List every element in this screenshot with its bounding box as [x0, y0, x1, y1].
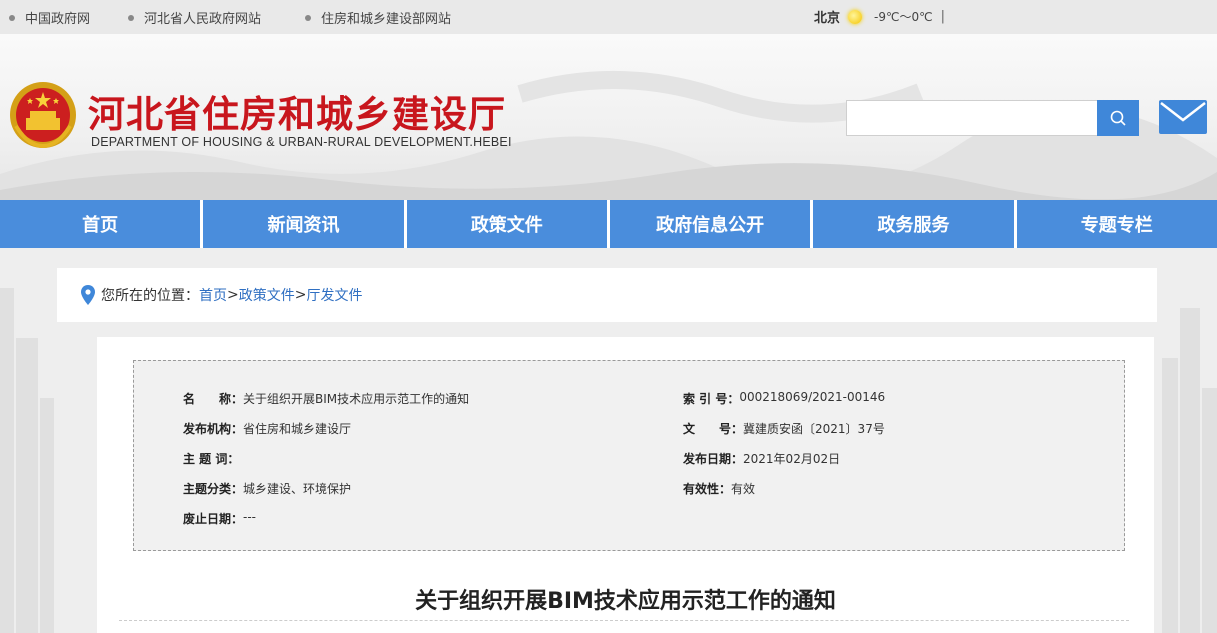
meta-label: 文 号：: [683, 422, 744, 436]
top-link-label[interactable]: 中国政府网: [25, 8, 90, 27]
divider: [119, 620, 1129, 621]
search-input[interactable]: [846, 100, 1098, 136]
meta-label: 有效性：: [683, 482, 732, 496]
meta-value: 省住房和城乡建设厅: [243, 422, 352, 436]
meta-label: 发布日期：: [683, 452, 744, 466]
meta-label: 主题分类：: [183, 482, 244, 496]
meta-value: ---: [243, 510, 257, 524]
meta-org: 发布机构： 省住房和城乡建设厅: [183, 420, 351, 437]
meta-label: 名 称：: [183, 392, 244, 406]
nav-info-disclosure[interactable]: 政府信息公开: [610, 200, 814, 248]
breadcrumb-dept-docs[interactable]: 厅发文件: [306, 285, 362, 305]
bullet-icon: [128, 14, 134, 21]
bullet-icon: [9, 14, 15, 21]
meta-value: 关于组织开展BIM技术应用示范工作的通知: [243, 392, 470, 406]
breadcrumb-separator: >: [294, 287, 307, 303]
meta-value: 冀建质安函〔2021〕37号: [743, 422, 885, 436]
meta-category: 主题分类： 城乡建设、环境保护: [183, 480, 351, 497]
top-bar: 中国政府网 河北省人民政府网站 住房和城乡建设部网站 北京 -9℃～0℃ |: [0, 0, 1217, 34]
content-panel: 名 称： 关于组织开展BIM技术应用示范工作的通知 索 引 号： 0002180…: [97, 337, 1154, 633]
site-header: 河北省住房和城乡建设厅 DEPARTMENT OF HOUSING & URBA…: [0, 34, 1217, 200]
breadcrumb-policy[interactable]: 政策文件: [239, 285, 295, 305]
national-emblem-icon: [10, 82, 76, 149]
search-icon: [1110, 110, 1126, 126]
document-title: 关于组织开展BIM技术应用示范工作的通知: [415, 589, 836, 614]
weather-temp: -9℃～0℃: [874, 10, 933, 24]
breadcrumb-separator: >: [227, 287, 239, 303]
meta-value: 000218069/2021-00146: [739, 390, 886, 404]
meta-name: 名 称： 关于组织开展BIM技术应用示范工作的通知: [183, 390, 469, 407]
main-nav: 首页 新闻资讯 政策文件 政府信息公开 政务服务 专题专栏: [0, 200, 1217, 248]
bullet-icon: [305, 14, 311, 21]
top-link-hebei-gov[interactable]: 河北省人民政府网站: [128, 8, 261, 27]
meta-value: 有效: [731, 482, 756, 496]
meta-keywords: 主 题 词：: [183, 450, 239, 467]
meta-value: 城乡建设、环境保护: [243, 482, 352, 496]
nav-topics[interactable]: 专题专栏: [1017, 200, 1217, 248]
weather-separator: |: [940, 9, 945, 24]
nav-home[interactable]: 首页: [0, 200, 204, 248]
top-link-mohurd[interactable]: 住房和城乡建设部网站: [305, 8, 451, 27]
site-title-cn[interactable]: 河北省住房和城乡建设厅: [88, 84, 506, 138]
meta-label: 废止日期：: [183, 512, 244, 526]
breadcrumb-prefix: 您所在的位置：: [101, 288, 199, 304]
meta-docno: 文 号： 冀建质安函〔2021〕37号: [683, 420, 885, 437]
weather-city: 北京: [814, 11, 841, 26]
meta-label: 索 引 号：: [683, 392, 740, 406]
weather-widget: 北京 -9℃～0℃ |: [814, 7, 945, 26]
sun-icon: [848, 9, 863, 24]
top-link-label[interactable]: 住房和城乡建设部网站: [321, 8, 451, 27]
meta-validity: 有效性： 有效: [683, 480, 755, 497]
meta-value: 2021年02月02日: [743, 452, 841, 466]
meta-index: 索 引 号： 000218069/2021-00146: [683, 390, 885, 407]
site-title-en: DEPARTMENT OF HOUSING & URBAN-RURAL DEVE…: [91, 135, 512, 149]
top-link-label[interactable]: 河北省人民政府网站: [144, 8, 261, 27]
breadcrumb: 您所在的位置： 首页 > 政策文件 > 厅发文件: [57, 268, 1157, 322]
nav-news[interactable]: 新闻资讯: [203, 200, 407, 248]
nav-services[interactable]: 政务服务: [813, 200, 1017, 248]
nav-policy[interactable]: 政策文件: [407, 200, 610, 248]
meta-expire: 废止日期： ---: [183, 510, 256, 527]
breadcrumb-home[interactable]: 首页: [199, 285, 227, 305]
meta-label: 发布机构：: [183, 422, 244, 436]
top-link-gov[interactable]: 中国政府网: [9, 8, 90, 27]
mail-icon[interactable]: [1159, 100, 1207, 134]
meta-date: 发布日期： 2021年02月02日: [683, 450, 840, 467]
meta-label: 主 题 词：: [183, 452, 240, 466]
document-metadata: 名 称： 关于组织开展BIM技术应用示范工作的通知 索 引 号： 0002180…: [133, 360, 1125, 551]
location-pin-icon: [81, 285, 95, 305]
search-button[interactable]: [1097, 100, 1139, 136]
